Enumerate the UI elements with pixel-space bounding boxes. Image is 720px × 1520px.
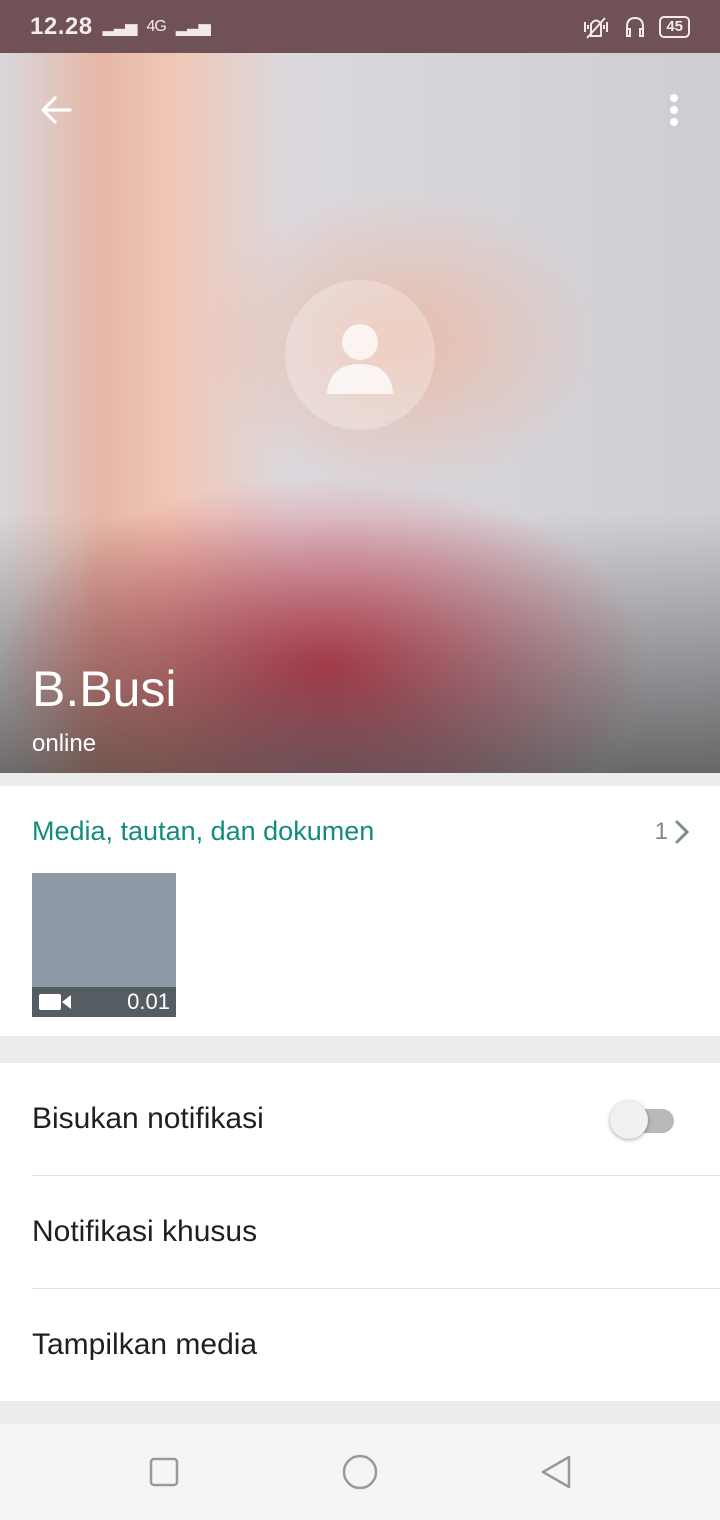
status-bar: 12.28 ▂▃▅ 4G ▂▃▅ 45: [0, 0, 720, 53]
contact-name: B.Busi: [32, 661, 177, 717]
show-media-row[interactable]: Tampilkan media: [32, 1289, 720, 1401]
mute-toggle[interactable]: [610, 1099, 674, 1139]
mute-notifications-label: Bisukan notifikasi: [32, 1102, 264, 1135]
custom-notifications-label: Notifikasi khusus: [32, 1215, 258, 1248]
back-button[interactable]: [34, 88, 78, 132]
profile-photo[interactable]: B.Busi online: [0, 53, 720, 773]
circle-icon: [342, 1454, 378, 1490]
mute-notifications-row[interactable]: Bisukan notifikasi: [32, 1063, 720, 1175]
video-icon: [39, 994, 71, 1010]
custom-notifications-row[interactable]: Notifikasi khusus: [32, 1176, 720, 1288]
status-icons: 45: [581, 14, 690, 40]
media-count-value: 1: [654, 817, 668, 845]
signal-icon-2: ▂▃▅: [175, 18, 211, 36]
person-icon: [327, 324, 393, 395]
system-nav-bar: [0, 1424, 720, 1520]
network-type: 4G: [146, 17, 166, 35]
video-duration: 0.01: [127, 989, 170, 1014]
headphones-icon: [626, 16, 645, 37]
contact-status: online: [32, 730, 97, 757]
media-count[interactable]: 1: [655, 818, 690, 846]
square-icon: [149, 1457, 179, 1487]
more-vert-icon: [670, 94, 678, 126]
triangle-back-icon: [541, 1455, 571, 1489]
media-thumbnail[interactable]: 0.01: [32, 873, 176, 1017]
photo-gradient: [0, 513, 720, 773]
show-media-label: Tampilkan media: [32, 1328, 258, 1361]
avatar-placeholder: [285, 280, 435, 431]
battery-icon: 45: [659, 15, 690, 38]
media-section: Media, tautan, dan dokumen 1 0.01: [0, 786, 720, 1036]
home-button[interactable]: [340, 1452, 380, 1492]
media-title: Media, tautan, dan dokumen: [32, 816, 375, 846]
recents-button[interactable]: [144, 1452, 184, 1492]
settings-section: Bisukan notifikasi Notifikasi khusus Tam…: [0, 1063, 720, 1401]
toggle-knob: [610, 1101, 648, 1139]
media-header[interactable]: Media, tautan, dan dokumen 1: [32, 816, 690, 847]
contact-info-screen: 12.28 ▂▃▅ 4G ▂▃▅ 45 B.Busi online Media,…: [0, 0, 720, 1520]
status-time: 12.28: [30, 12, 93, 40]
chevron-right-icon: [675, 820, 690, 843]
arrow-left-icon: [41, 96, 72, 124]
thumbnail-info-bar: 0.01: [32, 987, 176, 1017]
signal-icon: ▂▃▅: [102, 18, 138, 36]
overflow-menu-button[interactable]: [652, 88, 696, 132]
back-nav-button[interactable]: [536, 1452, 576, 1492]
vibrate-icon: [584, 16, 609, 39]
